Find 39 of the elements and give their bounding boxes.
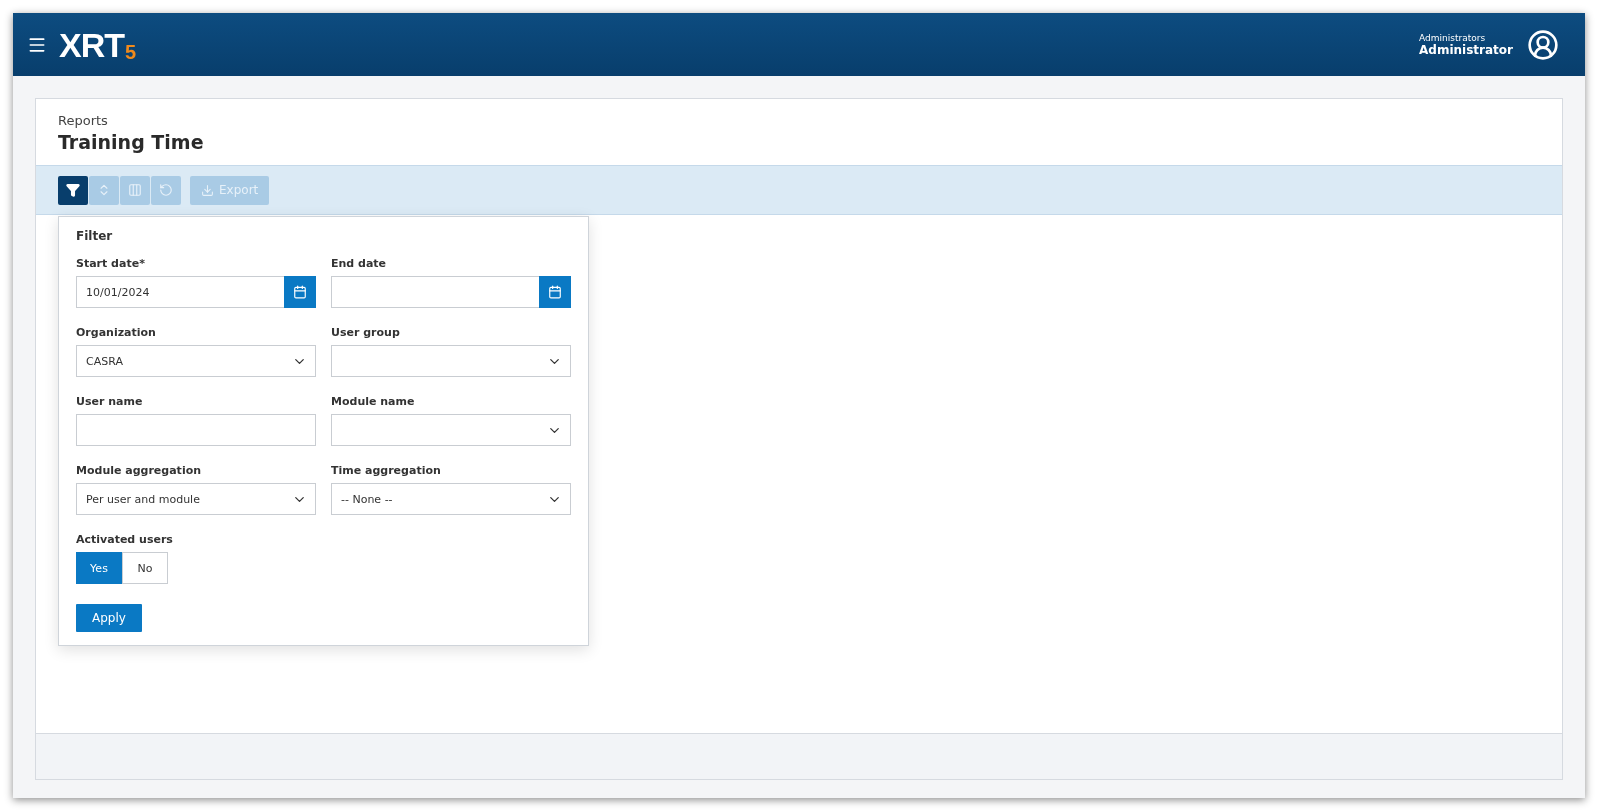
toggle-option[interactable]: Yes (76, 552, 122, 584)
field-label: Time aggregation (331, 464, 442, 477)
filter-button[interactable] (58, 175, 88, 205)
dropdown-field[interactable]: CASRA (76, 345, 316, 377)
calendar-icon (548, 285, 562, 299)
reset-icon (159, 183, 173, 197)
field-label: End date (331, 257, 388, 270)
avatar-icon[interactable] (1527, 28, 1559, 61)
dropdown-value: Per user and module (86, 492, 200, 506)
field-label: Activated users (76, 533, 174, 546)
field-label: Start date* (76, 257, 146, 270)
dropdown-field[interactable] (331, 414, 571, 446)
field-label: User name (76, 395, 144, 408)
calendar-button[interactable] (539, 276, 571, 308)
panel-title: Filter (76, 229, 114, 243)
user-role: Administrators (1419, 32, 1486, 43)
download-icon (201, 183, 214, 197)
toggle-option[interactable]: No (122, 552, 168, 584)
logo: XRT5 (59, 27, 137, 62)
date-field[interactable] (331, 276, 539, 308)
page-title: Training Time (58, 131, 205, 153)
dropdown-value: -- None -- (341, 492, 393, 506)
filter-icon (66, 183, 80, 197)
dropdown-field[interactable] (331, 345, 571, 377)
field-label: User group (331, 326, 401, 339)
dropdown-value: CASRA (86, 354, 123, 368)
dropdown-field[interactable]: Per user and module (76, 483, 316, 515)
dropdown-field[interactable]: -- None -- (331, 483, 571, 515)
field-label: Organization (76, 326, 157, 339)
apply-button[interactable]: Apply (76, 604, 142, 632)
input-field[interactable] (76, 414, 316, 446)
field-label: Module name (331, 395, 416, 408)
calendar-icon (293, 285, 307, 299)
columns-icon (128, 183, 142, 197)
breadcrumb: Reports (58, 113, 109, 128)
date-field[interactable]: 10/01/2024 (76, 276, 284, 308)
user-name: Administrator (1419, 42, 1513, 57)
field-label: Module aggregation (76, 464, 203, 477)
calendar-button[interactable] (284, 276, 316, 308)
